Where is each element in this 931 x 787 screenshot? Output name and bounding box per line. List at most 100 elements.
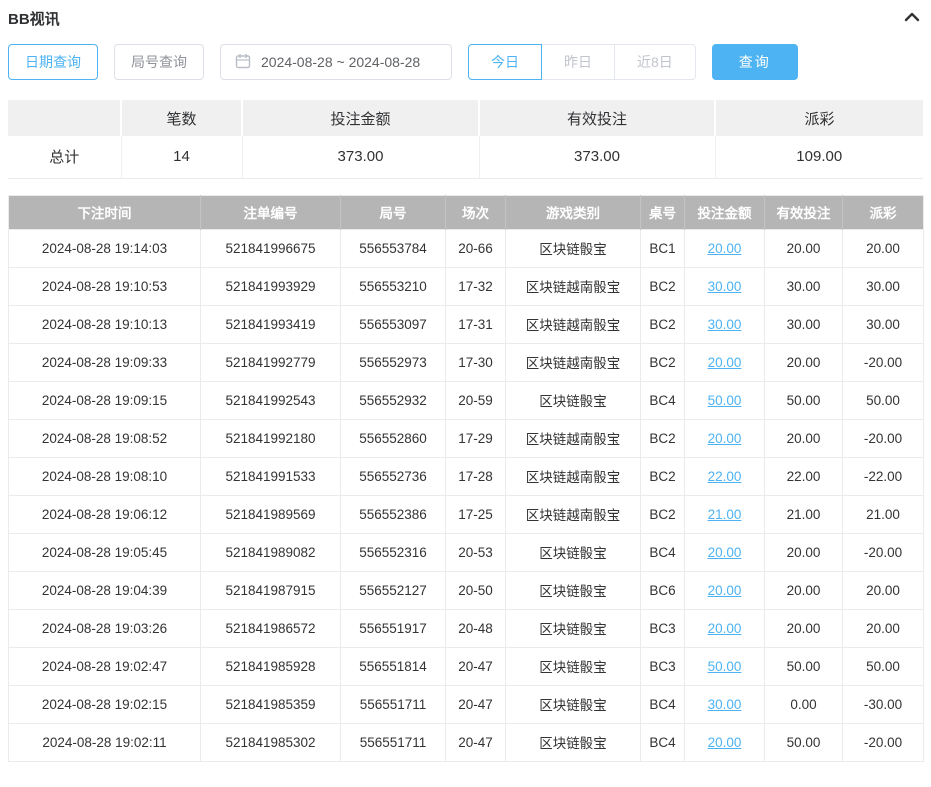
bet-amount-link[interactable]: 20.00 bbox=[708, 355, 742, 370]
table-no-cell: BC2 bbox=[641, 305, 685, 343]
valid-bet-cell: 20.00 bbox=[765, 343, 843, 381]
bet-amount-link[interactable]: 20.00 bbox=[708, 545, 742, 560]
game-type-cell: 区块链越南骰宝 bbox=[506, 457, 641, 495]
session-cell: 20-59 bbox=[446, 381, 506, 419]
bet-time-cell: 2024-08-28 19:02:47 bbox=[9, 647, 201, 685]
bet-time-cell: 2024-08-28 19:04:39 bbox=[9, 571, 201, 609]
table-no-cell: BC2 bbox=[641, 419, 685, 457]
round-id-cell: 556552973 bbox=[341, 343, 446, 381]
table-no-cell: BC2 bbox=[641, 343, 685, 381]
search-button[interactable]: 查询 bbox=[712, 44, 798, 80]
table-row: 2024-08-28 19:10:13521841993419556553097… bbox=[9, 305, 924, 343]
game-type-cell: 区块链骰宝 bbox=[506, 647, 641, 685]
session-cell: 17-25 bbox=[446, 495, 506, 533]
table-row: 2024-08-28 19:02:11521841985302556551711… bbox=[9, 723, 924, 761]
payout-cell: -20.00 bbox=[843, 533, 924, 571]
quick-range-yesterday-button[interactable]: 昨日 bbox=[541, 44, 615, 80]
table-row: 2024-08-28 19:08:10521841991533556552736… bbox=[9, 457, 924, 495]
table-no-cell: BC4 bbox=[641, 381, 685, 419]
quick-range-today-button[interactable]: 今日 bbox=[468, 44, 542, 80]
calendar-icon bbox=[235, 53, 251, 72]
round-id-cell: 556552736 bbox=[341, 457, 446, 495]
bet-amount-link[interactable]: 21.00 bbox=[708, 507, 742, 522]
bet-amount-link[interactable]: 50.00 bbox=[708, 659, 742, 674]
bet-amount-link[interactable]: 20.00 bbox=[708, 735, 742, 750]
date-query-button[interactable]: 日期查询 bbox=[8, 44, 98, 80]
bet-amount-cell: 30.00 bbox=[685, 305, 765, 343]
bet-amount-cell: 20.00 bbox=[685, 723, 765, 761]
bet-amount-cell: 20.00 bbox=[685, 609, 765, 647]
valid-bet-cell: 30.00 bbox=[765, 267, 843, 305]
bet-amount-link[interactable]: 20.00 bbox=[708, 241, 742, 256]
table-row: 2024-08-28 19:02:15521841985359556551711… bbox=[9, 685, 924, 723]
session-cell: 20-48 bbox=[446, 609, 506, 647]
summary-count-value: 14 bbox=[121, 136, 242, 178]
bet-records-table: 下注时间 注单编号 局号 场次 游戏类别 桌号 投注金额 有效投注 派彩 202… bbox=[8, 195, 924, 762]
bet-id-cell: 521841985359 bbox=[201, 685, 341, 723]
header-bet-id: 注单编号 bbox=[201, 195, 341, 229]
round-id-cell: 556552932 bbox=[341, 381, 446, 419]
bet-amount-link[interactable]: 50.00 bbox=[708, 393, 742, 408]
summary-header-count: 笔数 bbox=[121, 100, 242, 136]
payout-cell: 30.00 bbox=[843, 305, 924, 343]
round-id-cell: 556552386 bbox=[341, 495, 446, 533]
header-round-id: 局号 bbox=[341, 195, 446, 229]
valid-bet-cell: 0.00 bbox=[765, 685, 843, 723]
round-query-button[interactable]: 局号查询 bbox=[114, 44, 204, 80]
session-cell: 20-53 bbox=[446, 533, 506, 571]
payout-cell: -22.00 bbox=[843, 457, 924, 495]
valid-bet-cell: 20.00 bbox=[765, 229, 843, 267]
valid-bet-cell: 20.00 bbox=[765, 533, 843, 571]
session-cell: 17-30 bbox=[446, 343, 506, 381]
summary-total-label: 总计 bbox=[8, 136, 121, 178]
bet-amount-link[interactable]: 30.00 bbox=[708, 317, 742, 332]
bet-amount-cell: 20.00 bbox=[685, 343, 765, 381]
round-id-cell: 556553210 bbox=[341, 267, 446, 305]
bet-amount-cell: 20.00 bbox=[685, 571, 765, 609]
bet-time-cell: 2024-08-28 19:10:13 bbox=[9, 305, 201, 343]
bet-amount-link[interactable]: 20.00 bbox=[708, 621, 742, 636]
table-no-cell: BC2 bbox=[641, 267, 685, 305]
filter-bar: 日期查询 局号查询 2024-08-28 ~ 2024-08-28 今日 昨日 … bbox=[8, 44, 923, 80]
round-id-cell: 556551711 bbox=[341, 685, 446, 723]
table-no-cell: BC6 bbox=[641, 571, 685, 609]
summary-header-valid-bet: 有效投注 bbox=[479, 100, 715, 136]
round-id-cell: 556551711 bbox=[341, 723, 446, 761]
bet-time-cell: 2024-08-28 19:05:45 bbox=[9, 533, 201, 571]
table-row: 2024-08-28 19:10:53521841993929556553210… bbox=[9, 267, 924, 305]
quick-range-recent8-button[interactable]: 近8日 bbox=[614, 44, 696, 80]
bet-amount-link[interactable]: 22.00 bbox=[708, 469, 742, 484]
summary-table: 笔数 投注金额 有效投注 派彩 总计 14 373.00 373.00 109.… bbox=[8, 100, 923, 179]
payout-cell: 50.00 bbox=[843, 647, 924, 685]
bet-time-cell: 2024-08-28 19:14:03 bbox=[9, 229, 201, 267]
valid-bet-cell: 50.00 bbox=[765, 647, 843, 685]
summary-valid-bet-value: 373.00 bbox=[479, 136, 715, 178]
payout-cell: 20.00 bbox=[843, 229, 924, 267]
bet-id-cell: 521841992180 bbox=[201, 419, 341, 457]
bet-id-cell: 521841985302 bbox=[201, 723, 341, 761]
game-type-cell: 区块链骰宝 bbox=[506, 229, 641, 267]
valid-bet-cell: 20.00 bbox=[765, 571, 843, 609]
bet-amount-cell: 20.00 bbox=[685, 229, 765, 267]
bet-amount-cell: 22.00 bbox=[685, 457, 765, 495]
bet-amount-cell: 50.00 bbox=[685, 647, 765, 685]
bet-amount-link[interactable]: 20.00 bbox=[708, 583, 742, 598]
bet-amount-link[interactable]: 30.00 bbox=[708, 279, 742, 294]
header-bet-amount: 投注金额 bbox=[685, 195, 765, 229]
bet-amount-link[interactable]: 20.00 bbox=[708, 431, 742, 446]
bet-time-cell: 2024-08-28 19:10:53 bbox=[9, 267, 201, 305]
bet-id-cell: 521841993929 bbox=[201, 267, 341, 305]
payout-cell: 30.00 bbox=[843, 267, 924, 305]
collapse-panel-button[interactable] bbox=[901, 8, 923, 29]
valid-bet-cell: 22.00 bbox=[765, 457, 843, 495]
game-type-cell: 区块链越南骰宝 bbox=[506, 495, 641, 533]
table-no-cell: BC4 bbox=[641, 685, 685, 723]
bet-time-cell: 2024-08-28 19:09:15 bbox=[9, 381, 201, 419]
summary-header-row: 笔数 投注金额 有效投注 派彩 bbox=[8, 100, 923, 136]
table-row: 2024-08-28 19:02:47521841985928556551814… bbox=[9, 647, 924, 685]
table-row: 2024-08-28 19:04:39521841987915556552127… bbox=[9, 571, 924, 609]
date-range-picker[interactable]: 2024-08-28 ~ 2024-08-28 bbox=[220, 44, 452, 80]
bet-amount-link[interactable]: 30.00 bbox=[708, 697, 742, 712]
round-id-cell: 556551917 bbox=[341, 609, 446, 647]
session-cell: 17-31 bbox=[446, 305, 506, 343]
